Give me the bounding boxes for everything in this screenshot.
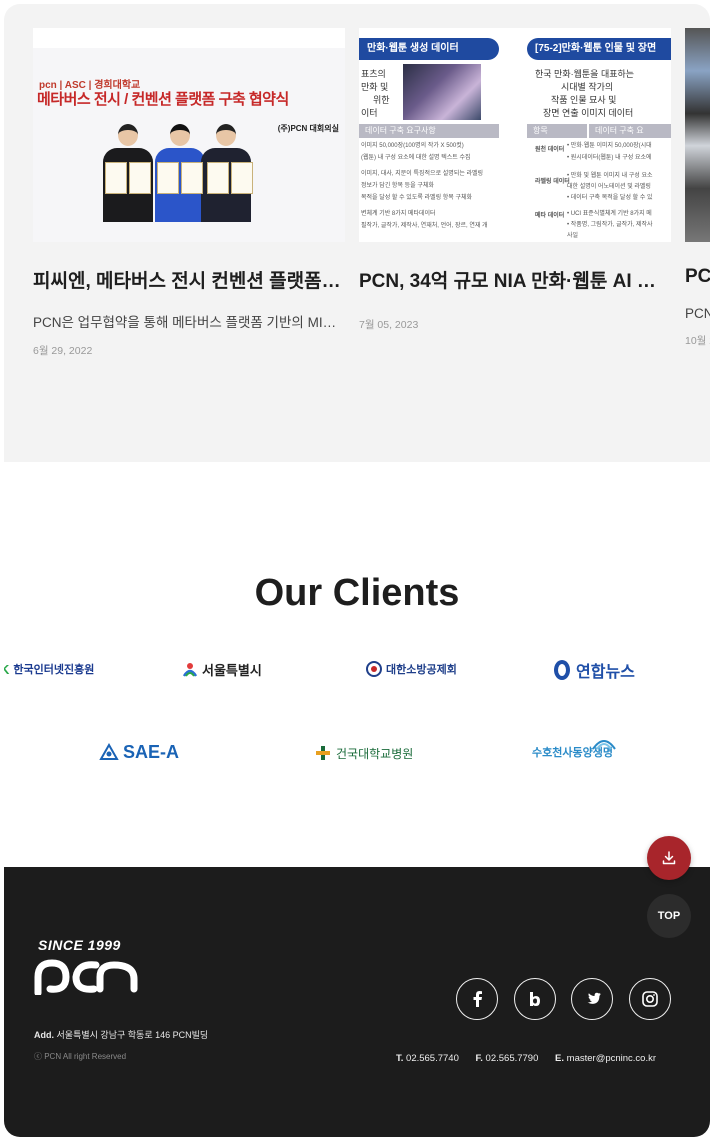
- scroll-top-button[interactable]: TOP: [647, 894, 691, 938]
- instagram-icon: [642, 991, 658, 1007]
- instagram-button[interactable]: [629, 978, 671, 1020]
- news-description: PCN은 업무협약을 통해 메타버스 플랫폼 기반의 MICE 산업 활성화: [33, 315, 345, 330]
- thumbnail-text: 만화 및: [361, 82, 389, 92]
- news-card[interactable]: 만화·웹툰 생성 데이터 [75-2]만화·웹툰 인물 및 장면 표츠의 만화 …: [359, 28, 671, 332]
- thumbnail-row-label: 원천 데이터: [535, 147, 565, 153]
- certificate: [181, 162, 203, 194]
- facebook-icon: [473, 991, 482, 1007]
- facebook-button[interactable]: [456, 978, 498, 1020]
- download-button[interactable]: [647, 836, 691, 880]
- thumbnail-bar: 데이터 구축 요구사항: [359, 124, 499, 138]
- tongyang-life-logo-icon: [592, 740, 616, 750]
- address-label: Add.: [34, 1030, 54, 1040]
- blog-icon: [530, 992, 540, 1006]
- kisa-logo-icon: K: [4, 661, 10, 677]
- thumbnail-bar: 데이터 구축 요: [589, 124, 671, 138]
- fax-info: F. 02.565.7790: [475, 1053, 539, 1064]
- thumbnail-text: 이터: [361, 108, 378, 118]
- news-title[interactable]: PCN, 34억 규모 NIA 만화·웹툰 AI 학습용 데이터 구축: [359, 266, 671, 293]
- blog-button[interactable]: [514, 978, 556, 1020]
- thumbnail-headline: 메타버스 전시 / 컨벤션 플랫폼 구축 협약식: [37, 91, 289, 108]
- news-card[interactable]: PCN PCN 10월 2: [685, 28, 710, 348]
- tel-info: T. 02.565.7740: [396, 1053, 459, 1064]
- page-frame: pcn | ASC | 경희대학교 메타버스 전시 / 컨벤션 플랫폼 구축 협…: [4, 4, 710, 1137]
- news-date: 7월 05, 2023: [359, 319, 419, 331]
- client-logo-sae-a: SAE-A: [99, 742, 179, 763]
- thumbnail-row-label: 메타 데이터: [535, 213, 565, 219]
- certificate: [105, 162, 127, 194]
- download-icon: [662, 851, 676, 865]
- copyright: ⓒ PCN All right Reserved: [34, 1052, 127, 1061]
- news-title[interactable]: 피씨엔, 메타버스 전시 컨벤션 플랫폼 구축 협약식: [33, 266, 345, 293]
- email-info[interactable]: E. master@pcninc.co.kr: [555, 1053, 656, 1064]
- since-label: SINCE 1999: [38, 937, 121, 953]
- news-date: 6월 29, 2022: [33, 345, 93, 357]
- yonhap-logo-icon: [554, 660, 570, 680]
- clients-title: Our Clients: [254, 572, 460, 614]
- konkuk-hospital-logo-icon: [316, 746, 330, 760]
- thumbnail-header-right: [75-2]만화·웹툰 인물 및 장면: [527, 38, 671, 60]
- news-thumbnail[interactable]: 만화·웹툰 생성 데이터 [75-2]만화·웹툰 인물 및 장면 표츠의 만화 …: [359, 28, 671, 242]
- certificate: [157, 162, 179, 194]
- client-logo-yonhap: 연합뉴스: [552, 658, 635, 682]
- seoul-logo-icon: [182, 662, 198, 677]
- news-thumbnail[interactable]: [685, 28, 710, 242]
- client-logo-seoul: 서울특별시: [182, 660, 262, 679]
- client-logo-kisa: K 한국인터넷진흥원: [4, 661, 94, 677]
- news-date: 10월 2: [685, 335, 710, 347]
- client-logo-fire-mutual: 대한소방공제회: [366, 661, 457, 677]
- certificate: [231, 162, 253, 194]
- thumbnail-text: 표츠의: [361, 69, 386, 79]
- thumbnail-subtitle: (주)PCN 대회의실: [277, 124, 339, 133]
- thumbnail-header-left: 만화·웹툰 생성 데이터: [359, 38, 499, 60]
- twitter-icon: [587, 992, 601, 1004]
- thumbnail-row-label: 라벨링 데이터: [535, 179, 570, 185]
- twitter-button[interactable]: [571, 978, 613, 1020]
- footer-contacts: T. 02.565.7740 F. 02.565.7790 E. master@…: [396, 1053, 670, 1064]
- footer-address: Add. 서울특별시 강남구 학동로 146 PCN빌딩: [34, 1028, 208, 1041]
- sae-a-logo-icon: [99, 742, 119, 760]
- thumbnail-text: 시대별 작가의: [561, 82, 614, 92]
- news-title[interactable]: PCN: [685, 266, 710, 288]
- thumbnail-text: 장면 연출 이미지 데이터: [543, 108, 634, 118]
- thumbnail-text: 위한: [373, 95, 390, 105]
- fire-mutual-logo-icon: [366, 661, 382, 677]
- thumbnail-text: 작품 인물 묘사 및: [551, 95, 617, 105]
- client-logo-tongyang-life: 수호천사동양생명: [532, 740, 617, 760]
- thumbnail-bar: 항목: [527, 124, 587, 138]
- thumbnail-text: 한국 만화·웹툰을 대표하는: [535, 69, 635, 79]
- pcn-logo[interactable]: [34, 955, 140, 995]
- footer: SINCE 1999 Add. 서울특별시 강남구 학동로 146 PCN빌딩 …: [4, 867, 710, 1137]
- thumbnail-illustration: [403, 64, 481, 120]
- address-text: 서울특별시 강남구 학동로 146 PCN빌딩: [56, 1030, 209, 1040]
- news-section: pcn | ASC | 경희대학교 메타버스 전시 / 컨벤션 플랫폼 구축 협…: [4, 4, 710, 462]
- certificate: [207, 162, 229, 194]
- news-description: PCN: [685, 306, 710, 321]
- news-card[interactable]: pcn | ASC | 경희대학교 메타버스 전시 / 컨벤션 플랫폼 구축 협…: [33, 28, 345, 358]
- client-logo-konkuk-hospital: 건국대학교병원: [314, 744, 413, 762]
- news-thumbnail[interactable]: pcn | ASC | 경희대학교 메타버스 전시 / 컨벤션 플랫폼 구축 협…: [33, 28, 345, 242]
- certificate: [129, 162, 151, 194]
